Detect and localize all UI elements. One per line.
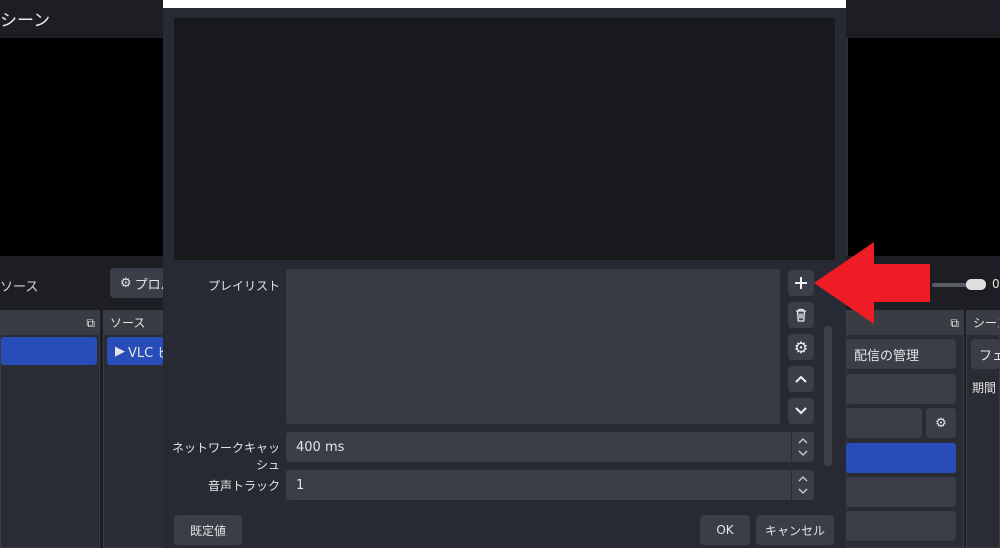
scene-title: シーン bbox=[0, 11, 51, 31]
source-item[interactable]: ▶ VLC ビ bbox=[107, 337, 164, 365]
ok-button[interactable]: OK bbox=[700, 515, 750, 545]
start-streaming-button[interactable] bbox=[846, 374, 956, 404]
audio-track-label: 音声トラック bbox=[207, 479, 280, 493]
stream-manage-button[interactable]: 配信の管理 bbox=[846, 339, 956, 369]
sources-dock: ソース ▶ VLC ビ bbox=[103, 310, 165, 548]
add-button[interactable] bbox=[788, 270, 814, 296]
source-item-label: VLC ビ bbox=[128, 345, 164, 361]
start-recording-button[interactable] bbox=[846, 408, 922, 438]
red-arrow bbox=[814, 242, 930, 324]
virtual-camera-button[interactable] bbox=[846, 443, 956, 473]
spin-arrows[interactable] bbox=[791, 470, 814, 500]
studio-mode-button[interactable] bbox=[846, 477, 956, 507]
dialog-title-strip bbox=[163, 0, 846, 8]
network-cache-spinbox[interactable]: 400 ms bbox=[286, 432, 814, 462]
properties-button-label: プロパ bbox=[134, 277, 166, 293]
undock-icon[interactable]: ⧉ bbox=[950, 316, 959, 330]
recording-settings-button[interactable]: ⚙ bbox=[926, 408, 956, 438]
remove-button[interactable] bbox=[788, 302, 814, 328]
top-bar-right bbox=[846, 0, 1000, 36]
properties-button[interactable]: ⚙ プロパ bbox=[110, 268, 166, 298]
playlist-label: プレイリスト bbox=[207, 279, 280, 293]
move-up-button[interactable] bbox=[788, 366, 814, 392]
scenes-dock: ⧉ bbox=[0, 310, 100, 548]
network-cache-value: 400 ms bbox=[296, 439, 345, 455]
undock-icon[interactable]: ⧉ bbox=[86, 316, 95, 330]
chevron-up-icon bbox=[795, 375, 807, 383]
gear-icon: ⚙ bbox=[935, 415, 947, 431]
settings-button[interactable] bbox=[846, 511, 956, 541]
audio-track-spinbox[interactable]: 1 bbox=[286, 470, 814, 500]
transitions-dock-title: シーン bbox=[967, 311, 999, 335]
main-preview-left bbox=[0, 38, 163, 256]
source-selector-label: ソース bbox=[0, 280, 39, 295]
main-preview-right bbox=[846, 38, 1000, 256]
volume-value: 0 bbox=[992, 277, 1000, 291]
dialog-scrollbar[interactable] bbox=[824, 326, 832, 466]
play-icon: ▶ bbox=[115, 343, 125, 359]
transition-select[interactable]: フェ bbox=[971, 339, 1000, 369]
spin-arrows[interactable] bbox=[791, 432, 814, 462]
dialog-preview bbox=[174, 18, 835, 260]
spin-up-down-icon bbox=[798, 438, 808, 456]
scene-item-selected[interactable] bbox=[1, 337, 97, 365]
chevron-down-icon bbox=[795, 407, 807, 415]
gear-icon: ⚙ bbox=[793, 337, 809, 357]
spin-up-down-icon bbox=[798, 476, 808, 494]
duration-label: 期間 bbox=[972, 381, 997, 395]
sources-dock-title: ソース bbox=[104, 311, 164, 335]
move-down-button[interactable] bbox=[788, 398, 814, 424]
trash-icon bbox=[796, 308, 806, 322]
plus-icon bbox=[795, 277, 807, 289]
volume-slider-handle[interactable] bbox=[966, 279, 986, 290]
configure-button[interactable]: ⚙ bbox=[788, 334, 814, 360]
defaults-button[interactable]: 既定値 bbox=[174, 515, 242, 545]
cancel-button[interactable]: キャンセル bbox=[756, 515, 834, 545]
scenes-dock-title: ⧉ bbox=[1, 311, 99, 335]
audio-track-value: 1 bbox=[296, 477, 305, 493]
gear-icon: ⚙ bbox=[120, 275, 132, 291]
playlist-list[interactable] bbox=[286, 269, 780, 424]
network-cache-label: ネットワークキャッシュ bbox=[171, 441, 280, 472]
